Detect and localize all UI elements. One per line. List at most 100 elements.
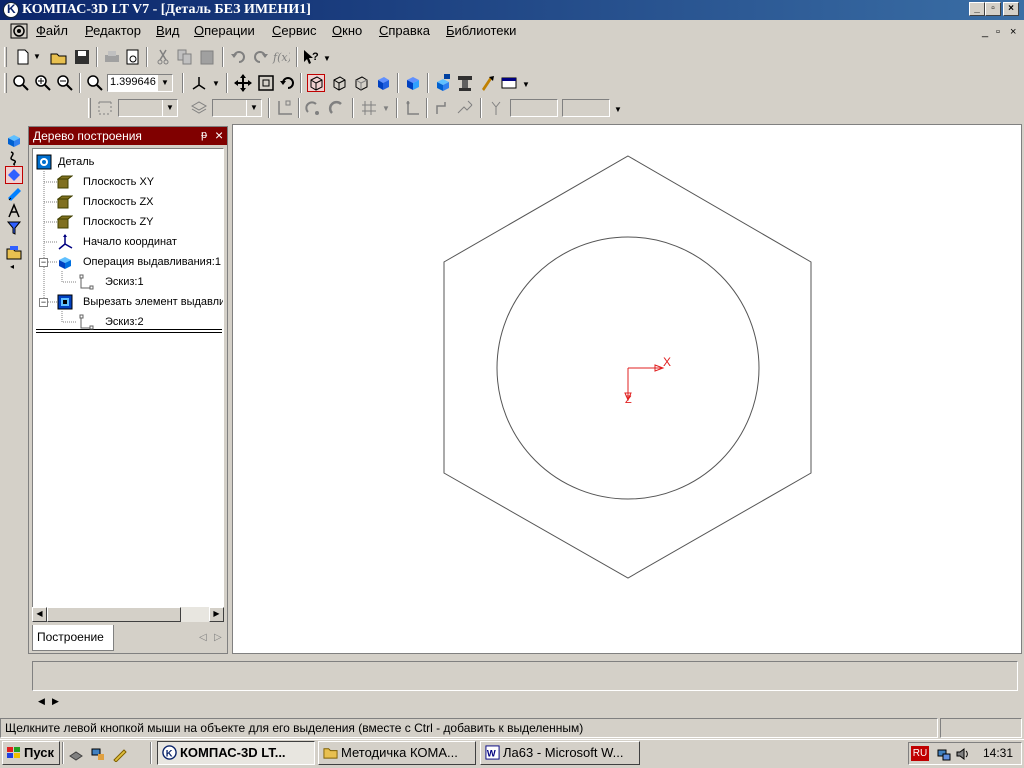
paste-icon[interactable] [198,48,216,66]
function-icon[interactable]: f(x) [272,48,290,66]
tree-node-plane-xy[interactable]: Плоскость XY [83,176,154,188]
expander-extrude[interactable]: − [39,258,48,267]
menu-libraries[interactable]: Библиотеки [446,23,516,38]
scroll-right-arrow[interactable]: ▶ [209,607,224,622]
minimize-button[interactable]: _ [969,2,985,16]
plane-zx-icon[interactable] [57,194,73,210]
tree-node-origin[interactable]: Начало координат [83,236,177,248]
cut-extrude-icon[interactable] [57,294,73,310]
filter-icon[interactable] [6,220,22,236]
style-combo[interactable]: ▼ [212,99,262,117]
tray-volume-icon[interactable] [955,746,971,762]
model-canvas[interactable]: X Z [233,125,1021,653]
sketch-1-icon[interactable] [78,274,94,290]
zoom-scale-combo[interactable]: 1.399646 ▼ [107,74,173,92]
edit-part-icon[interactable] [6,132,22,148]
snap-grid-icon[interactable] [96,99,114,117]
tree-node-sketch-1[interactable]: Эскиз:1 [105,276,144,288]
undo-icon[interactable] [230,48,248,66]
toolbar-more-arrow[interactable]: ◂ [10,262,14,271]
app-icon[interactable] [3,2,19,18]
spatial-curves-icon[interactable] [6,150,22,166]
scroll-thumb[interactable] [47,607,181,622]
new-document-icon[interactable] [14,48,32,66]
tree-node-cut-extrude[interactable]: Вырезать элемент выдавли [83,296,223,308]
menu-operations[interactable]: Операции [194,23,255,38]
grid-dropdown-arrow[interactable]: ▼ [382,104,390,113]
tree-node-part[interactable]: Деталь [58,156,94,168]
orientation-icon[interactable] [190,74,208,92]
attributes-icon[interactable] [479,74,497,92]
shaded-view-icon[interactable] [374,74,392,92]
pan-icon[interactable] [234,74,252,92]
sketch-tools-icon[interactable] [6,203,22,219]
layers-icon[interactable] [190,99,208,117]
model-viewport[interactable]: X Z [232,124,1022,654]
redo-icon[interactable] [251,48,269,66]
measure-icon[interactable] [6,186,22,202]
quicklaunch-network-icon[interactable] [90,746,106,762]
library-icon[interactable] [6,244,22,260]
pin-icon[interactable]: ᵽ [201,129,207,141]
plane-xy-icon[interactable] [57,174,73,190]
grid-icon[interactable] [360,99,378,117]
start-button[interactable]: Пуск [2,741,60,765]
perspective-icon[interactable] [404,74,422,92]
origin-icon[interactable] [57,234,73,250]
menu-service[interactable]: Сервис [272,23,317,38]
tree-node-plane-zx[interactable]: Плоскость ZX [83,196,154,208]
zoom-window-icon[interactable] [12,74,30,92]
magnet-icon[interactable] [328,99,346,117]
thin-hidden-lines-icon[interactable] [352,74,370,92]
coord-y-field[interactable] [562,99,610,117]
hidden-lines-view-icon[interactable] [330,74,348,92]
round-cursor-icon[interactable] [434,99,452,117]
menu-help[interactable]: Справка [379,23,430,38]
mdi-minimize-button[interactable]: _ [982,26,988,38]
wireframe-view-icon[interactable] [307,74,325,92]
zoom-in-icon[interactable] [34,74,52,92]
panel-dropdown-arrow[interactable]: ▼ [522,80,530,89]
properties-panel-icon[interactable] [500,74,518,92]
expander-cut[interactable]: − [39,298,48,307]
tree-horizontal-scrollbar[interactable]: ◀ ▶ [32,607,224,622]
help-dropdown-arrow[interactable]: ▼ [323,54,331,63]
zoom-scale-icon[interactable] [86,74,104,92]
mdi-restore-button[interactable]: ▫ [996,26,1000,38]
tab-build[interactable]: Построение [32,625,114,651]
open-folder-icon[interactable] [50,48,68,66]
menu-editor[interactable]: Редактор [85,23,141,38]
taskbar-folder-button[interactable]: Методичка КОМА... [318,741,476,765]
chevron-down-icon[interactable]: ▼ [162,100,177,116]
tree-node-extrude[interactable]: Операция выдавливания:1 [83,256,221,268]
sketch-2-icon[interactable] [78,314,94,330]
tree-node-plane-zy[interactable]: Плоскость ZY [83,216,154,228]
library-manager-icon[interactable] [456,74,474,92]
cut-icon[interactable] [154,48,172,66]
rotate-icon[interactable] [279,74,297,92]
tree-close-icon[interactable]: × [215,127,223,143]
save-icon[interactable] [73,48,91,66]
extrude-operation-icon[interactable] [434,74,452,92]
chevron-down-icon[interactable]: ▼ [157,75,172,91]
menu-view[interactable]: Вид [156,23,180,38]
layer-combo[interactable]: ▼ [118,99,178,117]
properties-prev-arrow[interactable]: ◀ [38,696,45,707]
menu-window[interactable]: Окно [332,23,362,38]
coords-dropdown-arrow[interactable]: ▼ [614,105,622,114]
tree-node-sketch-2[interactable]: Эскиз:2 [105,316,144,328]
tab-prev-arrow[interactable]: ◁ [199,632,207,643]
new-dropdown-arrow[interactable]: ▼ [33,52,41,61]
auxiliary-geometry-icon[interactable] [5,166,23,184]
language-indicator[interactable]: RU [911,746,929,761]
zoom-out-icon[interactable] [56,74,74,92]
scroll-left-arrow[interactable]: ◀ [32,607,47,622]
extrude-icon[interactable] [57,254,73,270]
taskbar-word-button[interactable]: W Ла63 - Microsoft W... [480,741,640,765]
quicklaunch-pen-icon[interactable] [112,746,128,762]
menu-file[interactable]: Файл [36,23,68,38]
coord-x-field[interactable] [510,99,558,117]
part-icon[interactable] [36,154,52,170]
plane-zy-icon[interactable] [57,214,73,230]
tray-network-icon[interactable] [937,746,953,762]
